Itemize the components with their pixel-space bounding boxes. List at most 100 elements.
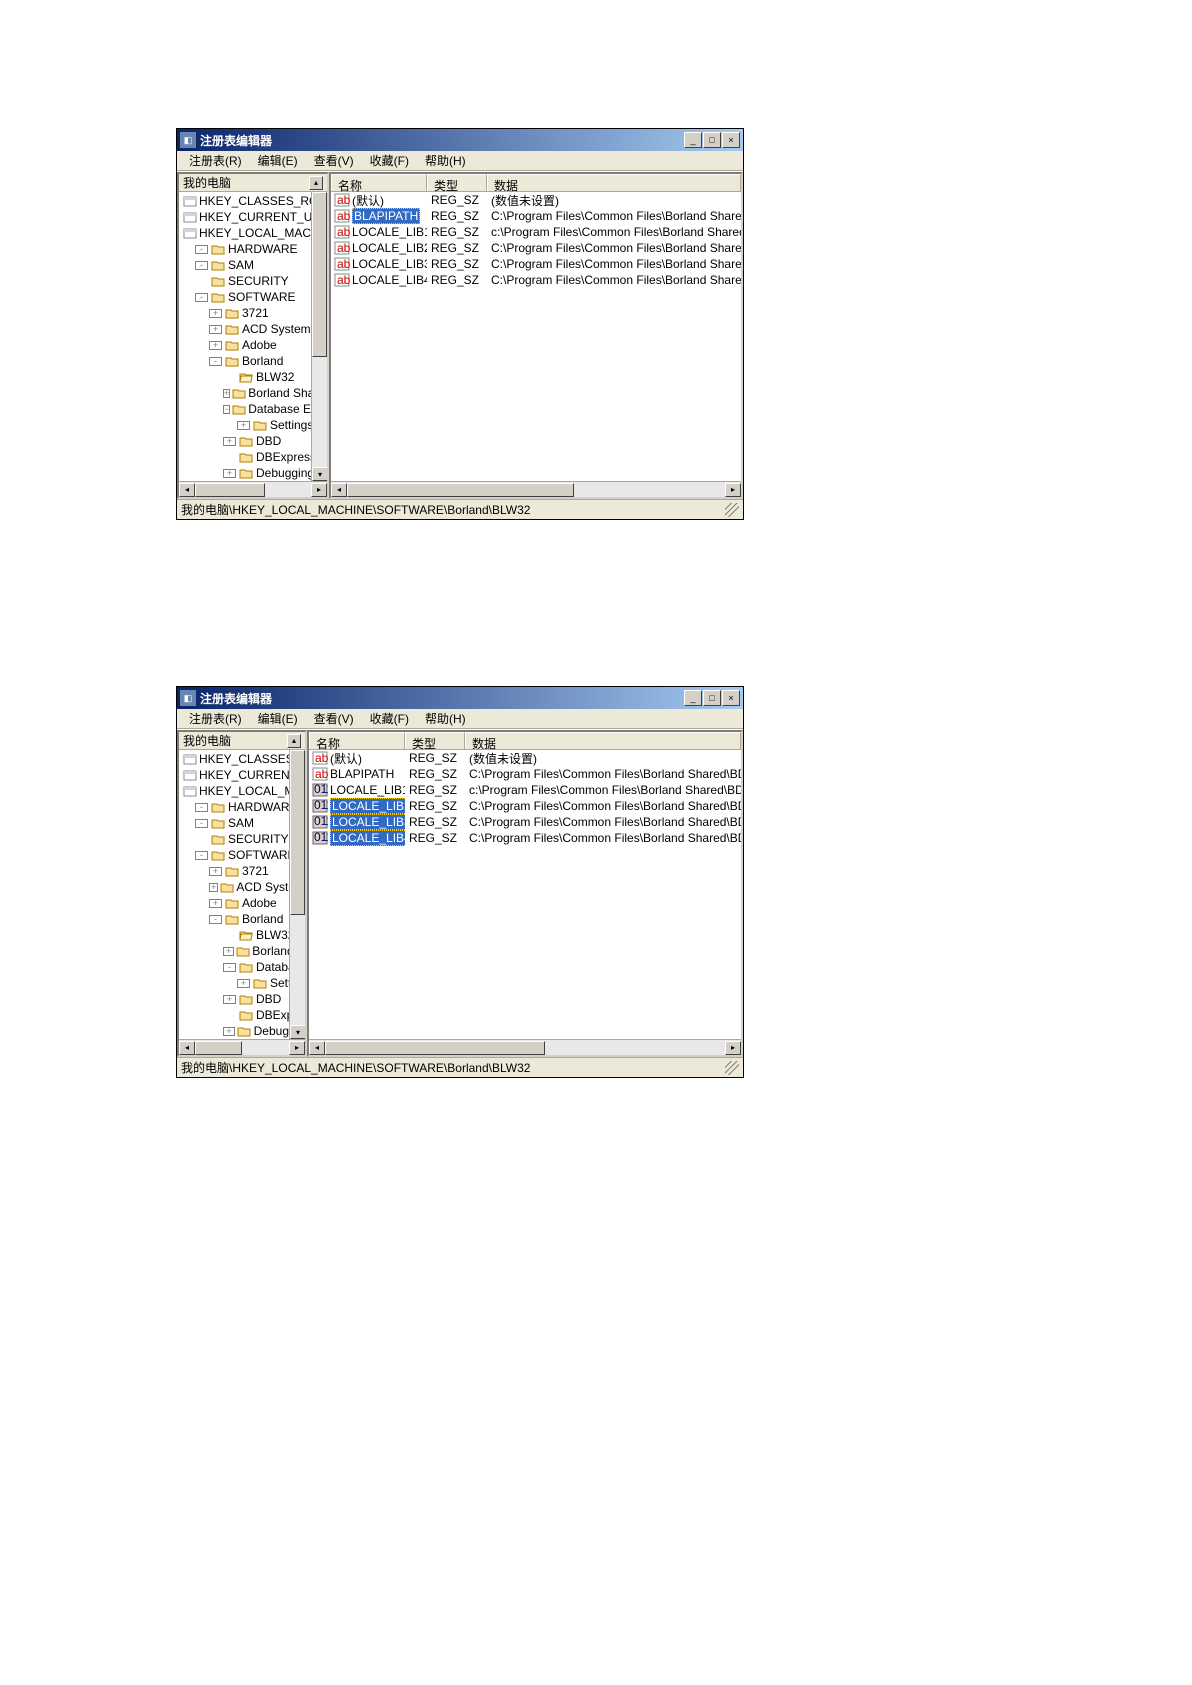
values-rows[interactable]: ab(默认)REG_SZ(数值未设置)abBLAPIPATHREG_SZC:\P… [309,750,741,1039]
tree-node[interactable]: +Debugging [179,465,327,481]
tree-node[interactable]: +Settings [179,417,327,433]
scroll-left-icon[interactable]: ◂ [309,1041,325,1055]
value-row[interactable]: 011LOCALE_LIB4REG_SZC:\Program Files\Com… [309,830,741,846]
menu-help[interactable]: 帮助(H) [417,708,474,729]
tree-toggle-icon[interactable]: - [209,915,222,924]
col-data[interactable]: 数据 [487,174,741,191]
tree-node[interactable]: -HARDWARE [179,799,305,815]
col-name[interactable]: 名称 [331,174,427,191]
scroll-left-icon[interactable]: ◂ [179,483,195,497]
tree-node[interactable]: SECURITY [179,831,305,847]
tree-node[interactable]: -SOFTWARE [179,847,305,863]
tree-node[interactable]: +DBD [179,433,327,449]
values-h-scrollbar[interactable]: ◂ ▸ [331,481,741,497]
tree-toggle-icon[interactable]: + [237,979,250,988]
value-row[interactable]: abLOCALE_LIB2REG_SZC:\Program Files\Comm… [331,240,741,256]
tree-toggle-icon[interactable]: + [223,389,230,398]
values-rows[interactable]: ab(默认)REG_SZ(数值未设置)abBLAPIPATHREG_SZC:\P… [331,192,741,481]
tree-toggle-icon[interactable]: - [223,963,236,972]
menu-registry[interactable]: 注册表(R) [181,708,250,729]
tree-node[interactable]: BLW32 [179,927,305,943]
tree-node[interactable]: -Database Engi [179,401,327,417]
col-type[interactable]: 类型 [405,732,465,749]
menu-help[interactable]: 帮助(H) [417,150,474,171]
tree-node[interactable]: DBExpress [179,449,327,465]
tree-node[interactable]: HKEY_LOCAL_MACHINE [179,225,327,241]
col-data[interactable]: 数据 [465,732,741,749]
tree-toggle-icon[interactable]: - [195,245,208,254]
menu-edit[interactable]: 编辑(E) [250,150,306,171]
tree-toggle-icon[interactable]: + [209,325,222,334]
menu-favorites[interactable]: 收藏(F) [362,150,417,171]
value-row[interactable]: abLOCALE_LIB3REG_SZC:\Program Files\Comm… [331,256,741,272]
tree-node[interactable]: -SAM [179,257,327,273]
minimize-button[interactable]: _ [684,690,702,706]
tree-scroll-up-icon[interactable]: ▴ [287,734,301,748]
tree-v-scrollbar[interactable]: ▾ [311,192,327,481]
tree-node[interactable]: -HARDWARE [179,241,327,257]
tree-toggle-icon[interactable]: + [209,867,222,876]
value-row[interactable]: 011LOCALE_LIB3REG_SZC:\Program Files\Com… [309,814,741,830]
tree-toggle-icon[interactable]: - [223,405,230,414]
close-button[interactable]: × [722,132,740,148]
scroll-right-icon[interactable]: ▸ [289,1041,305,1055]
tree-node[interactable]: +Adobe [179,895,305,911]
tree-toggle-icon[interactable]: - [195,261,208,270]
tree-node[interactable]: +DBD [179,991,305,1007]
maximize-button[interactable]: □ [703,690,721,706]
tree-node[interactable]: SECURITY [179,273,327,289]
value-row[interactable]: abLOCALE_LIB1REG_SZc:\Program Files\Comm… [331,224,741,240]
tree-toggle-icon[interactable]: + [223,995,236,1004]
scroll-down-icon[interactable]: ▾ [290,1025,306,1039]
tree-toggle-icon[interactable]: + [223,437,236,446]
scroll-down-icon[interactable]: ▾ [312,467,328,481]
values-h-scrollbar[interactable]: ◂ ▸ [309,1039,741,1055]
tree-h-scrollbar[interactable]: ◂ ▸ [179,1039,305,1055]
tree-node[interactable]: +ACD Systems [179,321,327,337]
tree-node[interactable]: HKEY_CURRENT_US [179,767,305,783]
tree-node[interactable]: HKEY_LOCAL_MACH [179,783,305,799]
tree-toggle-icon[interactable]: - [195,819,208,828]
close-button[interactable]: × [722,690,740,706]
col-name[interactable]: 名称 [309,732,405,749]
tree-toggle-icon[interactable]: + [209,899,222,908]
tree-node[interactable]: -Borland [179,353,327,369]
tree-node[interactable]: +Borland S [179,943,305,959]
tree-toggle-icon[interactable]: + [209,309,222,318]
titlebar[interactable]: ◧ 注册表编辑器 _ □ × [177,687,743,709]
scroll-right-icon[interactable]: ▸ [725,483,741,497]
tree-content[interactable]: HKEY_CLASSES_ROOTHKEY_CURRENT_USERHKEY_L… [179,192,327,481]
tree-toggle-icon[interactable]: + [223,1027,235,1036]
tree-node[interactable]: +Setti [179,975,305,991]
tree-toggle-icon[interactable]: + [237,421,250,430]
tree-node[interactable]: DBExpre [179,1007,305,1023]
tree-node[interactable]: HKEY_CLASSES_ROOT [179,193,327,209]
tree-node[interactable]: HKEY_CLASSES_RO [179,751,305,767]
tree-toggle-icon[interactable]: - [195,293,208,302]
menu-view[interactable]: 查看(V) [306,150,362,171]
tree-toggle-icon[interactable]: + [223,469,236,478]
tree-node[interactable]: -SAM [179,815,305,831]
tree-toggle-icon[interactable]: + [209,341,222,350]
tree-node[interactable]: +3721 [179,305,327,321]
value-row[interactable]: abLOCALE_LIB4REG_SZC:\Program Files\Comm… [331,272,741,288]
tree-node[interactable]: -Databas [179,959,305,975]
scroll-left-icon[interactable]: ◂ [179,1041,195,1055]
col-type[interactable]: 类型 [427,174,487,191]
resize-grip-icon[interactable] [725,503,739,517]
titlebar[interactable]: ◧ 注册表编辑器 _ □ × [177,129,743,151]
menu-edit[interactable]: 编辑(E) [250,708,306,729]
tree-content[interactable]: HKEY_CLASSES_ROHKEY_CURRENT_USHKEY_LOCAL… [179,750,305,1039]
tree-toggle-icon[interactable]: - [195,803,208,812]
tree-node[interactable]: BLW32 [179,369,327,385]
value-row[interactable]: abBLAPIPATHREG_SZC:\Program Files\Common… [331,208,741,224]
tree-toggle-icon[interactable]: + [209,883,218,892]
maximize-button[interactable]: □ [703,132,721,148]
value-row[interactable]: ab(默认)REG_SZ(数值未设置) [331,192,741,208]
tree-node[interactable]: -Borland [179,911,305,927]
scroll-right-icon[interactable]: ▸ [725,1041,741,1055]
tree-node[interactable]: +Debuggin [179,1023,305,1039]
tree-node[interactable]: +ACD System [179,879,305,895]
menu-registry[interactable]: 注册表(R) [181,150,250,171]
tree-header[interactable]: 我的电脑 ▴ [179,732,305,750]
